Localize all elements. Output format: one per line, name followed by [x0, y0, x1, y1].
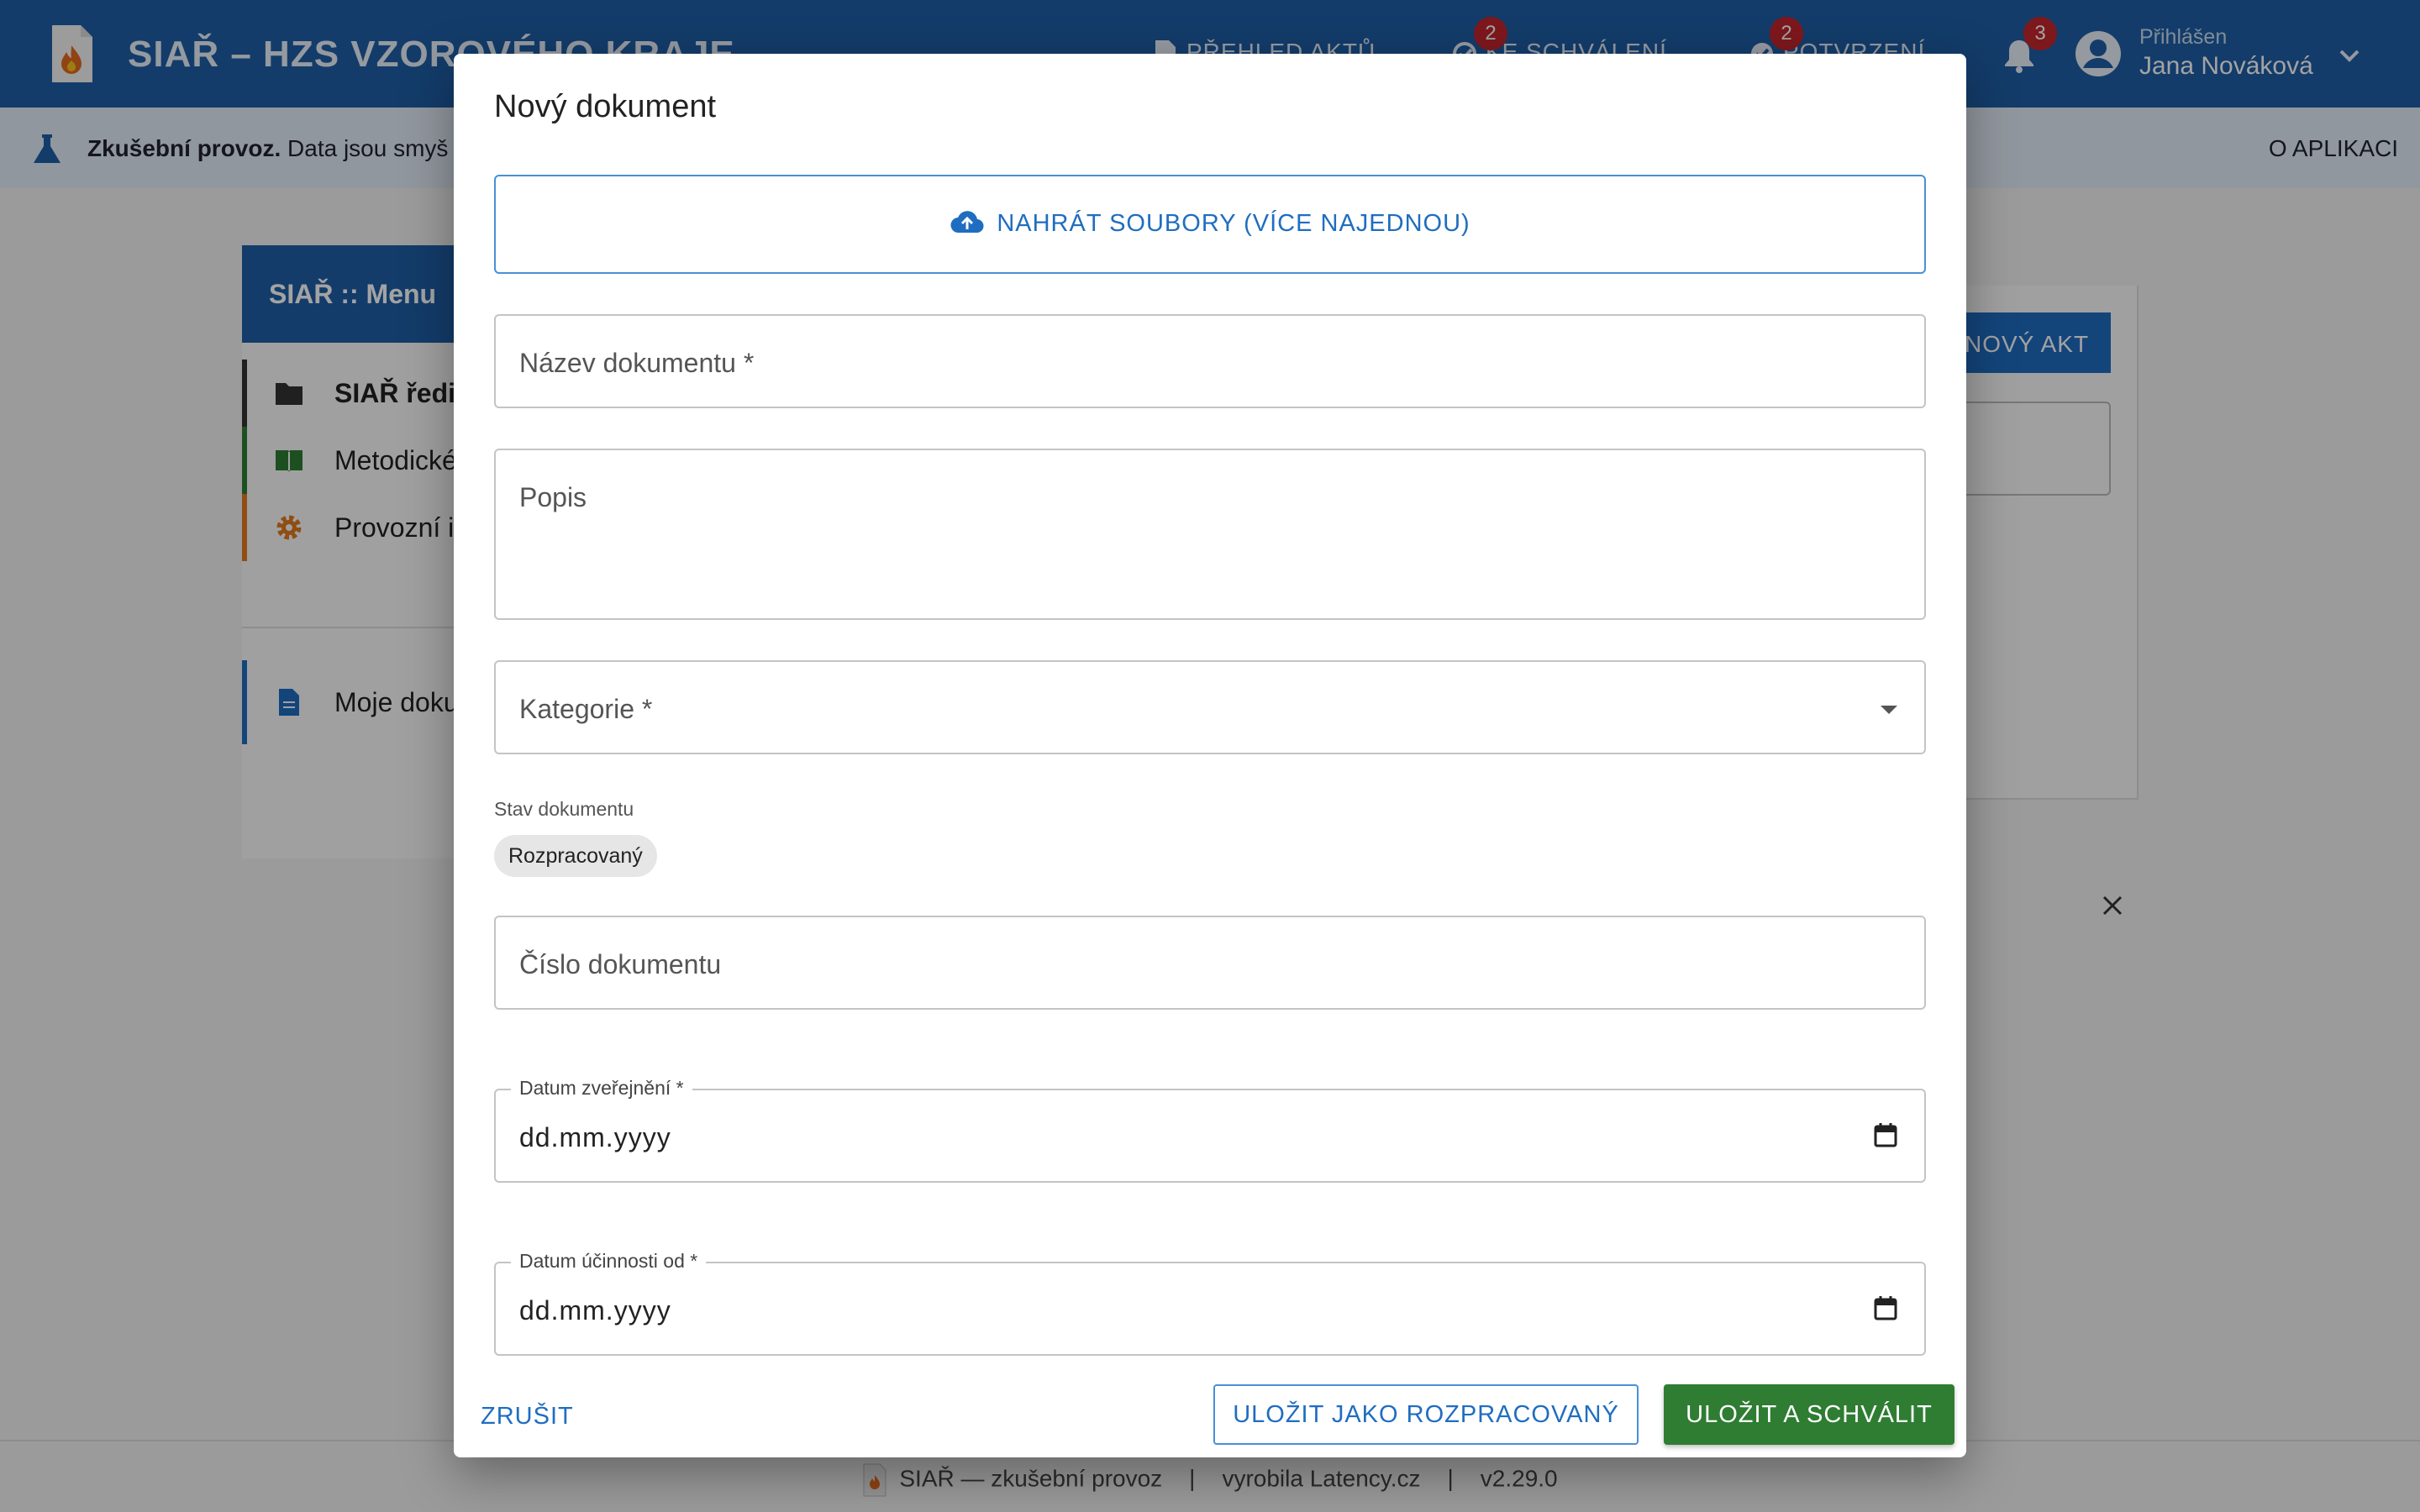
effective-date-value: dd.mm.yyyy [519, 1295, 671, 1326]
document-number-field[interactable]: Číslo dokumentu [494, 916, 1926, 1010]
calendar-icon[interactable] [1874, 1295, 1897, 1320]
cloud-upload-icon [950, 211, 984, 234]
save-and-approve-button[interactable]: ULOŽIT A SCHVÁLIT [1664, 1384, 1954, 1445]
upload-files-label: NAHRÁT SOUBORY (VÍCE NAJEDNOU) [997, 210, 1470, 237]
cancel-button[interactable]: ZRUŠIT [481, 1403, 574, 1431]
category-select[interactable]: Kategorie * [494, 660, 1926, 754]
publish-date-field[interactable]: Datum zveřejnění * dd.mm.yyyy [494, 1077, 1926, 1183]
document-name-placeholder: Název dokumentu * [519, 348, 755, 378]
status-label: Stav dokumentu [494, 798, 634, 820]
document-number-placeholder: Číslo dokumentu [519, 949, 722, 979]
effective-date-field[interactable]: Datum účinnosti od * dd.mm.yyyy [494, 1250, 1926, 1356]
status-chip: Rozpracovaný [494, 835, 657, 877]
new-document-dialog: Nový dokument NAHRÁT SOUBORY (VÍCE NAJED… [454, 54, 1966, 1457]
effective-date-label: Datum účinnosti od * [511, 1250, 707, 1273]
upload-files-button[interactable]: NAHRÁT SOUBORY (VÍCE NAJEDNOU) [494, 175, 1926, 274]
document-name-field[interactable]: Název dokumentu * [494, 314, 1926, 408]
save-as-draft-button[interactable]: ULOŽIT JAKO ROZPRACOVANÝ [1213, 1384, 1639, 1445]
description-placeholder: Popis [519, 482, 587, 512]
publish-date-label: Datum zveřejnění * [511, 1077, 692, 1100]
description-field[interactable]: Popis [494, 449, 1926, 620]
category-placeholder: Kategorie * [519, 694, 653, 724]
publish-date-value: dd.mm.yyyy [519, 1122, 671, 1152]
dialog-title: Nový dokument [494, 89, 717, 124]
dropdown-arrow-icon [1881, 706, 1897, 714]
calendar-icon[interactable] [1874, 1122, 1897, 1147]
